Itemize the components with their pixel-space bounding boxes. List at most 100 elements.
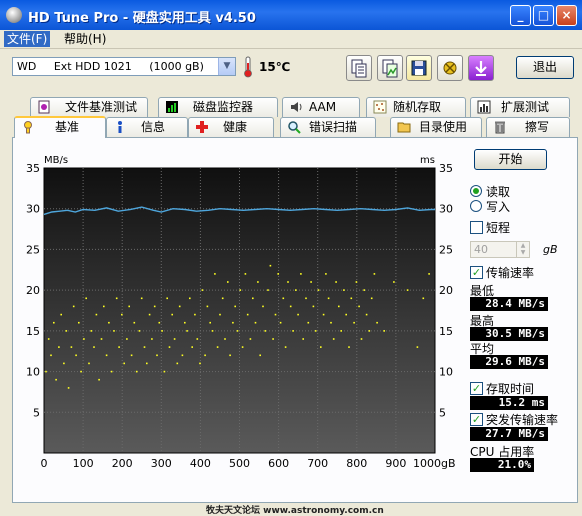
access-time-point	[98, 378, 100, 381]
access-time-point	[138, 330, 141, 332]
access-time-point	[53, 321, 55, 324]
access-time-point	[103, 305, 105, 308]
access-time-point	[93, 346, 95, 348]
access-time-point	[140, 297, 143, 300]
transfer-rate-checkbox[interactable]: ✓	[470, 266, 483, 279]
right-y-tick-label: 20	[439, 284, 453, 297]
access-time-point	[65, 330, 68, 332]
access-time-point	[232, 321, 234, 324]
access-time-point	[269, 264, 272, 267]
access-time-point	[67, 387, 70, 389]
access-time-point	[335, 281, 337, 283]
access-time-point	[70, 346, 73, 348]
access-time-point	[307, 321, 310, 324]
tab-benchmark[interactable]: 基准	[14, 116, 106, 138]
access-time-point	[282, 297, 285, 300]
access-time-point	[156, 354, 158, 357]
transfer-rate-label: 传输速率	[486, 266, 535, 280]
access-time-point	[406, 289, 409, 291]
access-time-point	[234, 305, 236, 308]
short-stroke-value: 40	[474, 243, 488, 256]
access-time-point	[123, 362, 125, 365]
access-time-point	[100, 338, 103, 340]
min-readout: 28.4 MB/s	[470, 297, 548, 311]
right-y-tick-label: 10	[439, 366, 453, 379]
short-stroke-spinner[interactable]: 40 ▲ ▼	[470, 241, 530, 258]
access-time-point	[416, 346, 419, 348]
access-time-point	[206, 305, 209, 308]
access-time-point	[133, 321, 136, 324]
access-time-point	[201, 289, 204, 291]
write-radio[interactable]	[470, 200, 482, 212]
access-time-point	[284, 346, 287, 348]
max-readout: 30.5 MB/s	[470, 327, 548, 341]
right-y-tick-label: 35	[439, 162, 453, 175]
access-time-point	[126, 338, 128, 340]
access-time-point	[47, 338, 50, 340]
access-time-point	[272, 338, 274, 340]
access-time-point	[289, 305, 292, 308]
burst-rate-checkbox[interactable]: ✓	[470, 413, 483, 426]
access-time-point	[224, 338, 226, 340]
access-time-point	[108, 321, 110, 324]
access-time-point	[110, 370, 113, 373]
y-tick-label: 25	[26, 243, 40, 256]
access-time-point	[340, 330, 342, 332]
access-time-point	[310, 281, 312, 283]
access-time-point	[115, 297, 118, 300]
access-time-checkbox[interactable]: ✓	[470, 382, 483, 395]
access-time-point	[191, 346, 193, 348]
access-time-point	[358, 305, 360, 308]
burst-rate-readout: 27.7 MB/s	[470, 427, 548, 441]
access-time-point	[211, 330, 214, 332]
access-time-point	[368, 330, 371, 332]
access-time-point	[58, 346, 60, 348]
access-time-point	[264, 330, 267, 332]
access-time-point	[262, 305, 264, 308]
x-tick-label: 200	[112, 457, 133, 470]
access-time-point	[314, 330, 317, 332]
avg-readout: 29.6 MB/s	[470, 355, 548, 369]
access-time-point	[95, 313, 98, 316]
access-time-point	[186, 330, 188, 332]
short-stroke-label: 短程	[486, 221, 511, 235]
access-time-point	[60, 313, 62, 316]
access-time-point	[302, 338, 304, 340]
access-time-point	[327, 297, 330, 300]
access-time-point	[330, 321, 332, 324]
x-tick-label: 500	[229, 457, 250, 470]
x-tick-label: 0	[41, 457, 48, 470]
access-time-point	[312, 305, 315, 308]
access-time-point	[113, 330, 115, 332]
y-tick-label: 35	[26, 162, 40, 175]
short-stroke-unit: gB	[543, 243, 558, 256]
burst-rate-label: 突发传输速率	[486, 413, 559, 427]
access-time-point	[365, 313, 368, 316]
access-time-point	[163, 370, 166, 373]
access-time-point	[370, 297, 373, 300]
start-button[interactable]: 开始	[474, 149, 547, 170]
access-time-point	[277, 273, 279, 275]
left-axis-unit: MB/s	[44, 155, 68, 166]
short-stroke-checkbox[interactable]	[470, 221, 483, 234]
access-time-point	[148, 313, 151, 316]
read-radio[interactable]	[470, 185, 482, 197]
access-time-point	[305, 297, 307, 300]
x-tick-label: 900	[385, 457, 406, 470]
access-time-point	[350, 297, 353, 300]
access-time-point	[72, 305, 75, 308]
access-time-label: 存取时间	[486, 382, 535, 396]
access-time-readout: 15.2 ms	[470, 396, 548, 410]
cpu-usage-readout: 21.0%	[470, 458, 534, 472]
access-time-point	[196, 338, 199, 340]
access-time-point	[166, 297, 168, 300]
benchmark-icon	[24, 121, 32, 134]
access-time-point	[130, 354, 133, 357]
x-tick-label: 300	[151, 457, 172, 470]
access-time-point	[254, 321, 257, 324]
access-time-point	[267, 289, 269, 291]
spin-arrows-icon[interactable]: ▲ ▼	[516, 242, 529, 257]
access-time-point	[80, 370, 82, 373]
access-time-point	[246, 313, 249, 316]
access-time-point	[422, 297, 425, 300]
